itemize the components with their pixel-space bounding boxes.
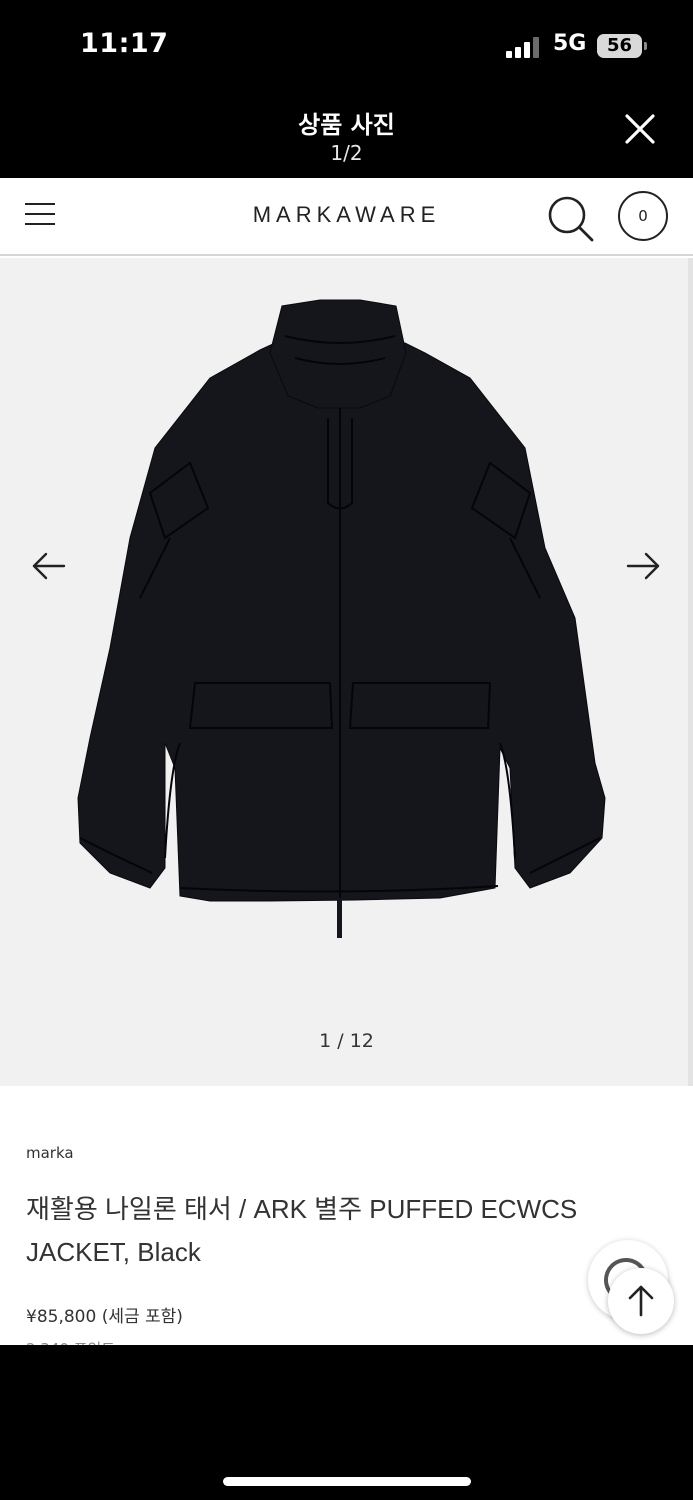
product-page-screenshot: MARKAWARE 0 1 / 12 marka 재활용 나일론 태서 / AR…: [0, 178, 693, 1345]
battery-icon: 56: [597, 34, 642, 58]
photo-viewer-header: 상품 사진 1/2: [0, 95, 693, 178]
product-points: 2,340 포인트: [26, 1338, 115, 1345]
scroll-top-button[interactable]: [608, 1268, 674, 1334]
viewer-page-counter: 1/2: [330, 141, 363, 165]
signal-icon: [506, 36, 542, 58]
gallery-counter: 1 / 12: [319, 1030, 374, 1052]
cart-count-button[interactable]: 0: [618, 191, 668, 241]
product-image-jacket: [77, 299, 606, 938]
search-icon[interactable]: [546, 194, 596, 244]
product-image-gallery[interactable]: 1 / 12: [0, 258, 693, 1086]
status-time: 11:17: [80, 28, 169, 59]
product-info: marka 재활용 나일론 태서 / ARK 별주 PUFFED ECWCS J…: [0, 1086, 693, 1345]
site-header: MARKAWARE 0: [0, 178, 693, 256]
battery-cap: [644, 42, 647, 50]
product-brand[interactable]: marka: [26, 1144, 74, 1162]
arrow-left-icon[interactable]: [28, 548, 68, 584]
arrow-up-icon: [628, 1285, 654, 1317]
product-name: 재활용 나일론 태서 / ARK 별주 PUFFED ECWCS JACKET,…: [26, 1194, 578, 1267]
home-indicator[interactable]: [223, 1477, 471, 1486]
network-type: 5G: [553, 31, 587, 56]
gallery-edge: [688, 258, 693, 1086]
viewer-title: 상품 사진: [298, 111, 395, 139]
product-price: ¥85,800 (세금 포함): [26, 1307, 183, 1327]
arrow-right-icon[interactable]: [624, 548, 664, 584]
status-bar: 11:17 5G 56: [0, 0, 693, 95]
close-icon[interactable]: [620, 109, 660, 149]
